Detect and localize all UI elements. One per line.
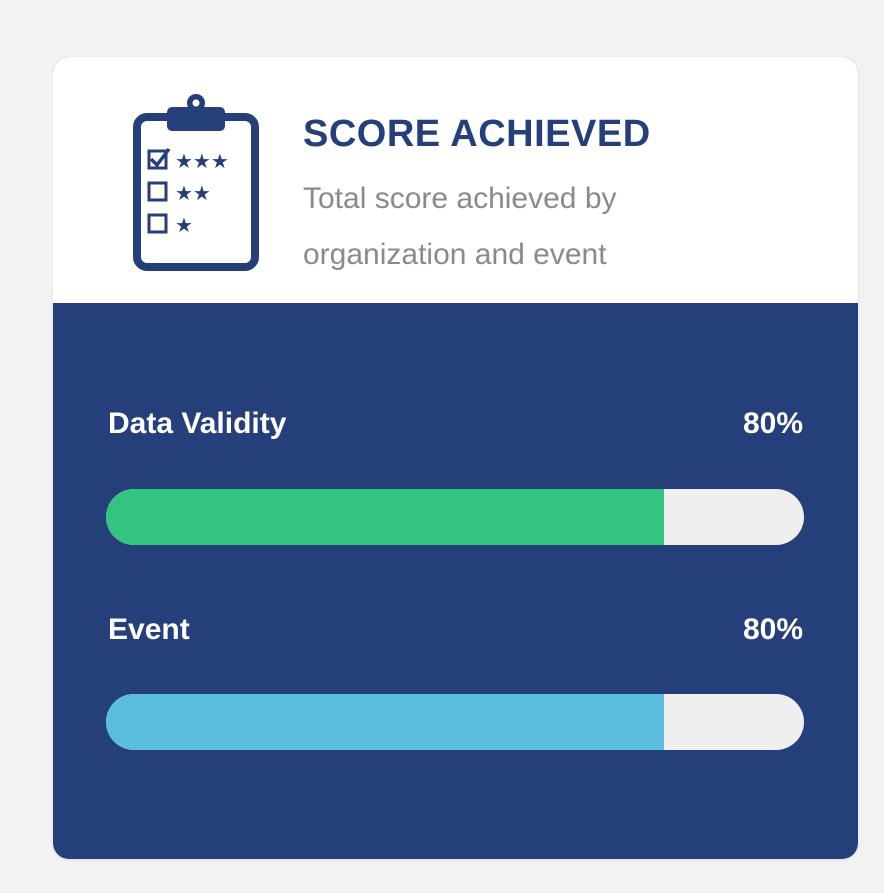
- metric-value-event: 80%: [742, 613, 803, 646]
- progress-fill-data-validity: [106, 489, 665, 545]
- metric-label-event: Event: [108, 613, 190, 646]
- svg-text:★★: ★★: [175, 181, 211, 205]
- progress-bar-data-validity: [106, 489, 804, 545]
- clipboard-rating-icon: ★★★ ★★ ★: [133, 94, 259, 271]
- metric-value-data-validity: 80%: [742, 407, 803, 440]
- svg-text:★: ★: [175, 213, 193, 237]
- score-achieved-card: ★★★ ★★ ★ SCORE ACHIEVED Total score achi…: [53, 57, 858, 859]
- card-header: ★★★ ★★ ★ SCORE ACHIEVED Total score achi…: [53, 57, 858, 303]
- svg-text:★★★: ★★★: [175, 149, 229, 173]
- card-description: Total score achieved by organization and…: [303, 182, 617, 271]
- progress-fill-event: [106, 694, 665, 750]
- metric-label-data-validity: Data Validity: [108, 407, 287, 440]
- progress-bar-event: [106, 694, 804, 750]
- card-title: SCORE ACHIEVED: [303, 113, 651, 155]
